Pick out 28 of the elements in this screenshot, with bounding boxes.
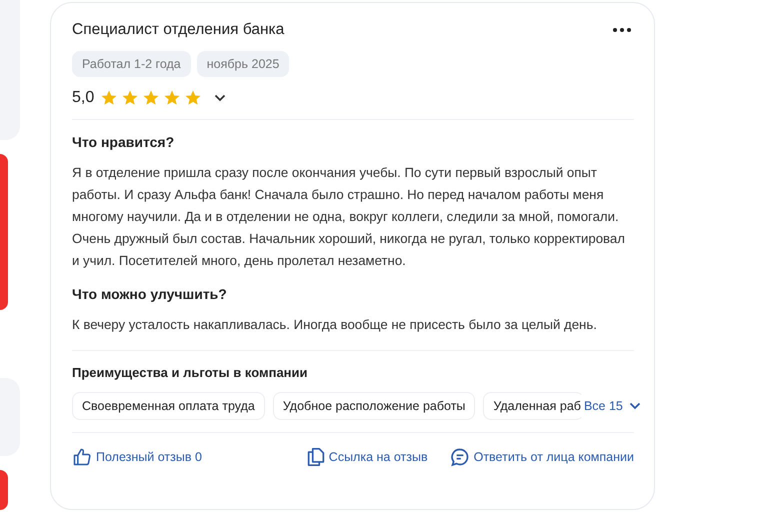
action-link[interactable]: Полезный отзыв 0 — [96, 450, 202, 464]
star-icon — [163, 89, 182, 107]
star-icon — [100, 89, 118, 107]
section-heading: Что нравится? — [72, 134, 176, 150]
action-link[interactable]: Ссылка на отзыв — [328, 450, 428, 464]
chevron-down-icon[interactable] — [628, 402, 641, 410]
review-text: К вечеру усталость накапливалась. Иногда вообще не присесть было за целый день. — [72, 316, 598, 334]
review-title: Специалист отделения банка — [72, 21, 284, 39]
benefit-chip: Своевременная оплата труда — [72, 392, 265, 420]
tag: Работал 1-2 года — [72, 51, 191, 77]
star-icon — [121, 89, 140, 107]
action-link[interactable]: Ответить от лица компании — [474, 450, 634, 464]
thumbs-up-icon[interactable] — [72, 447, 92, 467]
chat-icon[interactable] — [450, 447, 470, 467]
more-icon[interactable] — [613, 28, 631, 32]
benefits-heading: Преимущества и льготы в компании — [72, 365, 309, 380]
rating-score: 5,0 — [72, 89, 94, 107]
benefit-chip: Удаленная раб — [483, 392, 584, 420]
card-background — [0, 470, 8, 510]
star-icon — [142, 89, 160, 107]
section-heading: Что можно улучшить? — [72, 286, 228, 302]
chevron-down-icon[interactable] — [214, 94, 226, 102]
show-all-button[interactable]: Все 15 — [584, 399, 641, 413]
copy-icon[interactable] — [306, 447, 325, 467]
star-icon — [184, 89, 202, 107]
review-text: Я в отделение пришла сразу после окончания учебы. По сути первый взрослый опыт работы. И сразу Альфа банк! Сначала было страшно. Но перед началом работы меня многому научили. Да и в отделении не одна, вокруг коллеги, следили за мной, помогали. Очень дружный был состав. Начальник хороший, никогда не ругал, только корректировал и учил. Посетителей много, день пролетал незаметно. — [72, 164, 626, 270]
benefit-chip: Удобное расположение работы — [272, 392, 476, 420]
tag: ноябрь 2025 — [196, 51, 290, 77]
